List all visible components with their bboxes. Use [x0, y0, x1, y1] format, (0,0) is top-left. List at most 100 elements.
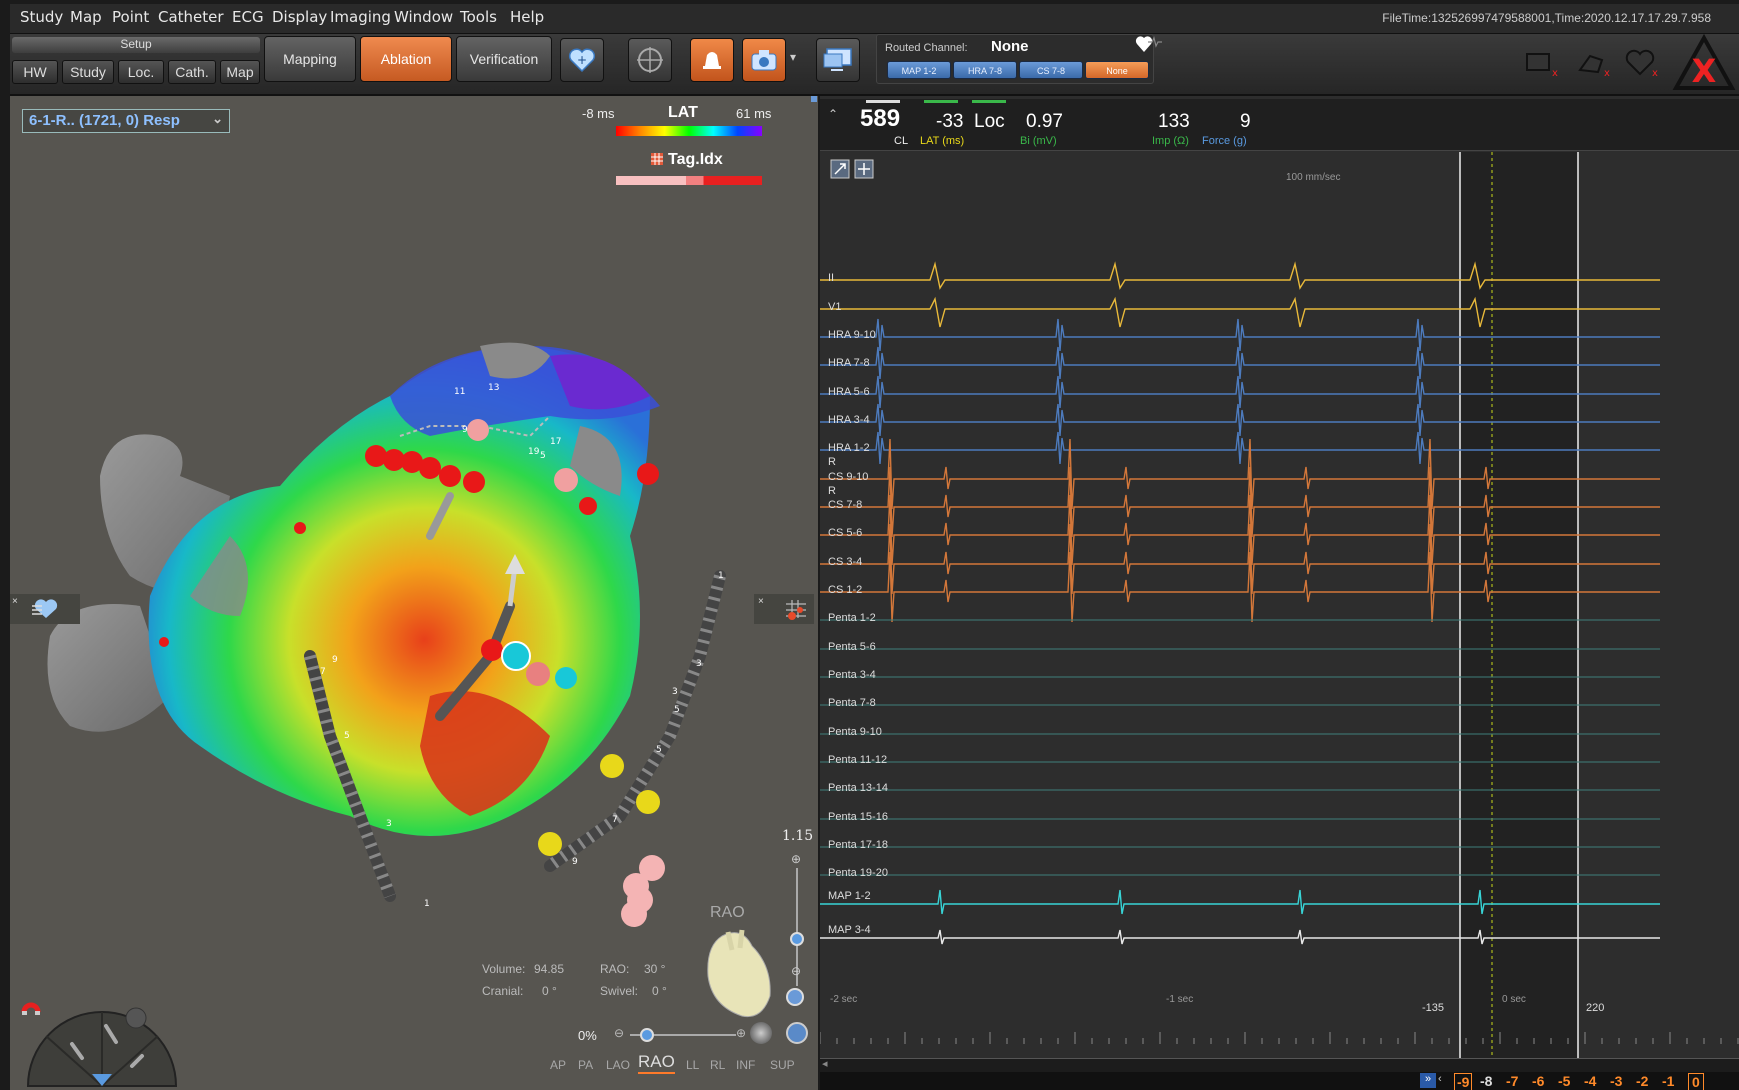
- view-tab-lao[interactable]: LAO: [606, 1058, 630, 1072]
- reference-marker: R: [828, 485, 836, 497]
- view-tab-rao[interactable]: RAO: [638, 1052, 675, 1074]
- menu-display[interactable]: Display: [272, 8, 327, 26]
- svg-text:1: 1: [424, 899, 430, 909]
- egm-waveform-area[interactable]: [820, 152, 1739, 1058]
- bell-icon: [703, 52, 721, 69]
- heart-catheter-icon: [32, 599, 58, 618]
- history-index[interactable]: -5: [1558, 1073, 1570, 1089]
- view-tab-rl[interactable]: RL: [710, 1058, 725, 1072]
- history-index[interactable]: -2: [1636, 1073, 1648, 1089]
- chevron-left-icon[interactable]: ‹: [1438, 1073, 1442, 1085]
- target-button[interactable]: [628, 38, 672, 82]
- channel-label: CS 5-6: [828, 527, 863, 539]
- zoom-slider-handle[interactable]: [790, 932, 804, 946]
- svg-text:13: 13: [488, 383, 499, 393]
- orientation-reset-button[interactable]: [786, 988, 804, 1006]
- close-icon[interactable]: ×: [12, 596, 18, 607]
- channel-label: Penta 9-10: [828, 726, 882, 738]
- heart-pulse-icon[interactable]: [1134, 34, 1164, 54]
- map-button[interactable]: Map: [220, 60, 260, 84]
- mapping-mode-button[interactable]: Mapping: [264, 36, 356, 82]
- alert-x-icon[interactable]: X: [1672, 34, 1736, 92]
- bell-button[interactable]: [690, 38, 734, 82]
- channel-label: Penta 17-18: [828, 839, 888, 851]
- impedance-unit-label: Imp (Ω): [1152, 135, 1189, 147]
- map-view-panel[interactable]: 6-1-R.. (1721, 0) Resp ⌄ -8 ms LAT 61 ms…: [10, 96, 818, 1090]
- menu-point[interactable]: Point: [112, 8, 149, 26]
- fast-forward-icon[interactable]: »: [1420, 1073, 1436, 1088]
- close-icon[interactable]: ×: [758, 596, 764, 607]
- zoom-level: 1.15: [782, 828, 814, 844]
- svg-text:5: 5: [656, 745, 662, 755]
- hw-button[interactable]: HW: [12, 60, 58, 84]
- zoom-in-icon[interactable]: ⊕: [791, 852, 801, 866]
- bipolar-unit-label: Bi (mV): [1020, 135, 1057, 147]
- bipolar-value: 0.97: [1026, 111, 1063, 132]
- view-tab-pa[interactable]: PA: [578, 1058, 593, 1072]
- history-index[interactable]: -9: [1454, 1073, 1473, 1090]
- lat-value: -33: [936, 111, 964, 132]
- window-left-value: -135: [1422, 1002, 1445, 1014]
- view-tab-ap[interactable]: AP: [550, 1058, 566, 1072]
- menu-window[interactable]: Window: [394, 8, 453, 26]
- lat-indicator-bar: [924, 100, 958, 103]
- view-tab-ll[interactable]: LL: [686, 1058, 699, 1072]
- menu-map[interactable]: Map: [70, 8, 102, 26]
- view-tab-inf[interactable]: INF: [736, 1058, 755, 1072]
- horizontal-scrollbar[interactable]: ◂: [820, 1058, 1739, 1072]
- opacity-slider-handle[interactable]: [640, 1028, 654, 1042]
- zoom-out-icon[interactable]: ⊖: [791, 964, 801, 978]
- rao-angle-value: 30 °: [644, 962, 666, 976]
- catheter-widget-left[interactable]: ×: [10, 594, 80, 624]
- camera-dropdown-arrow[interactable]: ▾: [790, 50, 796, 64]
- svg-text:9: 9: [462, 425, 468, 435]
- screen-button[interactable]: [816, 38, 860, 82]
- history-index[interactable]: -3: [1610, 1073, 1622, 1089]
- svg-text:9: 9: [332, 655, 338, 665]
- camera-icon: [751, 50, 777, 71]
- tag-widget-right[interactable]: ×: [754, 594, 814, 624]
- cath-button[interactable]: Cath.: [168, 60, 216, 84]
- channel-map-1-2-button[interactable]: MAP 1-2: [887, 61, 951, 79]
- menu-tools[interactable]: Tools: [460, 8, 497, 26]
- svg-text:5: 5: [674, 705, 680, 715]
- history-index[interactable]: -1: [1662, 1073, 1674, 1089]
- electroanatomic-map[interactable]: 11 13 9 17 19 5 1 3 5 7 9 5 3 1 3 5 7 9: [10, 96, 818, 1090]
- channel-none-button[interactable]: None: [1085, 61, 1149, 79]
- history-index[interactable]: -7: [1506, 1073, 1518, 1089]
- svg-text:9: 9: [572, 857, 578, 867]
- sort-arrows-icon[interactable]: ⌃: [828, 107, 838, 121]
- menu-imaging[interactable]: Imaging: [330, 8, 391, 26]
- catheter-disconnected-icon[interactable]: x: [1576, 48, 1612, 78]
- history-index[interactable]: 0: [1688, 1073, 1704, 1090]
- menu-catheter[interactable]: Catheter: [158, 8, 224, 26]
- camera-button[interactable]: [742, 38, 786, 82]
- ablation-mode-button[interactable]: Ablation: [360, 36, 452, 82]
- opacity-minus-icon[interactable]: ⊖: [614, 1026, 624, 1040]
- monitor-disconnected-icon[interactable]: x: [1524, 48, 1560, 78]
- channel-hra-7-8-button[interactable]: HRA 7-8: [953, 61, 1017, 79]
- magnet-icon[interactable]: [20, 998, 42, 1020]
- menu-study[interactable]: Study: [20, 8, 63, 26]
- channel-label: Penta 5-6: [828, 641, 876, 653]
- heart-plus-button[interactable]: +: [560, 38, 604, 82]
- rotate-view-button[interactable]: [786, 1022, 808, 1044]
- cl-indicator-bar: [866, 100, 900, 103]
- opacity-plus-icon[interactable]: ⊕: [736, 1026, 746, 1040]
- view-tab-sup[interactable]: SUP: [770, 1058, 795, 1072]
- history-index[interactable]: -4: [1584, 1073, 1596, 1089]
- heart-disconnected-icon[interactable]: x: [1624, 48, 1660, 78]
- verification-mode-button[interactable]: Verification: [456, 36, 552, 82]
- menu-help[interactable]: Help: [510, 8, 544, 26]
- channel-label: Penta 13-14: [828, 782, 888, 794]
- study-button[interactable]: Study: [62, 60, 114, 84]
- channel-cs-7-8-button[interactable]: CS 7-8: [1019, 61, 1083, 79]
- sphere-view-button[interactable]: [750, 1022, 772, 1044]
- history-index[interactable]: -8: [1480, 1073, 1492, 1089]
- menu-ecg[interactable]: ECG: [232, 8, 264, 26]
- channel-label: Penta 19-20: [828, 867, 888, 879]
- scroll-left-icon[interactable]: ◂: [822, 1057, 828, 1070]
- loc-button[interactable]: Loc.: [118, 60, 164, 84]
- heart-orientation-icon[interactable]: [702, 926, 782, 1022]
- history-index[interactable]: -6: [1532, 1073, 1544, 1089]
